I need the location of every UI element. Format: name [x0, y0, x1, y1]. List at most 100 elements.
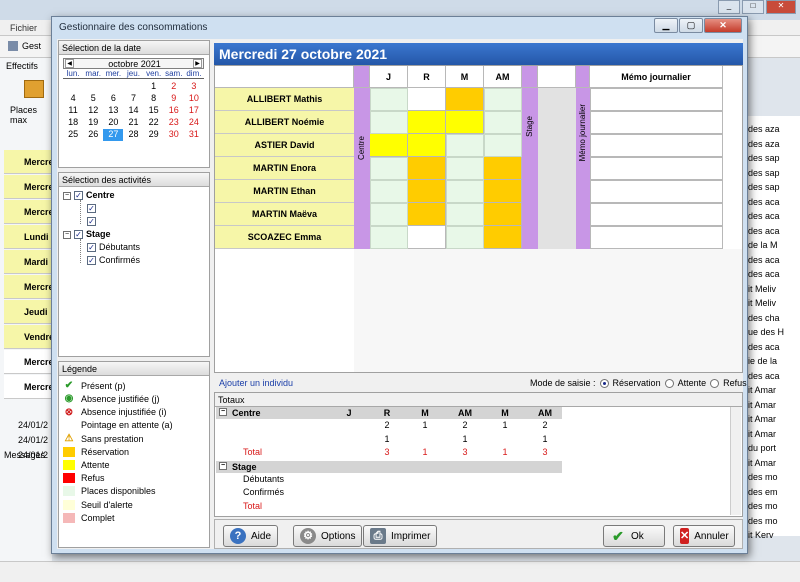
add-individual-link[interactable]: Ajouter un individu	[219, 378, 293, 388]
person-name[interactable]: SCOAZEC Emma	[215, 226, 354, 249]
bg-date-row[interactable]: Mercred	[4, 200, 52, 224]
calendar-day[interactable]: 9	[164, 93, 184, 105]
right-list-item[interactable]: des aca	[748, 255, 780, 265]
right-list-item[interactable]: it Amar	[748, 414, 776, 424]
message-item[interactable]: 24/01/2	[18, 450, 52, 460]
person-name[interactable]: MARTIN Maëva	[215, 203, 354, 226]
checkbox[interactable]: ✓	[87, 204, 96, 214]
slot-dispo[interactable]	[370, 157, 408, 180]
checkbox[interactable]: ✓	[74, 191, 83, 201]
app-maximize-button[interactable]: □	[742, 0, 764, 14]
app-close-button[interactable]: ✕	[766, 0, 796, 14]
calendar-day[interactable]: 30	[164, 129, 184, 141]
calendar-day[interactable]: 8	[144, 93, 164, 105]
collapse-icon[interactable]: −	[219, 461, 227, 470]
mode-option-label[interactable]: Attente	[678, 378, 707, 388]
slot-dispo[interactable]	[370, 226, 408, 249]
tree-child[interactable]: ✓	[87, 203, 99, 214]
options-button[interactable]: ⚙ Options	[293, 525, 363, 547]
right-list-item[interactable]: it Amar	[748, 458, 776, 468]
calendar-day[interactable]: 29	[144, 129, 164, 141]
calendar-day[interactable]: 12	[83, 105, 103, 117]
right-list-item[interactable]: des aca	[748, 371, 780, 381]
slot-dispo[interactable]	[484, 134, 522, 157]
calendar-day[interactable]: 27	[103, 129, 124, 141]
checkbox[interactable]: ✓	[87, 256, 96, 266]
calendar-day[interactable]: 17	[184, 105, 204, 117]
slot-dispo[interactable]	[370, 180, 408, 203]
calendar-day[interactable]: 22	[144, 117, 164, 129]
calendar-day[interactable]: 18	[63, 117, 83, 129]
right-list-item[interactable]: des mo	[748, 472, 778, 482]
bg-date-row[interactable]: Mercred	[4, 175, 52, 199]
right-list-item[interactable]: des mo	[748, 501, 778, 511]
calendar-day[interactable]: 13	[103, 105, 123, 117]
calendar-day[interactable]: 25	[63, 129, 83, 141]
slot-reservation[interactable]	[484, 226, 522, 249]
right-list-item[interactable]: it Meliv	[748, 298, 776, 308]
right-list-item[interactable]: des aca	[748, 342, 780, 352]
calendar-day[interactable]: 5	[83, 93, 103, 105]
app-minimize-button[interactable]: _	[718, 0, 740, 14]
bg-date-row[interactable]: Mercred	[4, 375, 52, 399]
dialog-minimize-button[interactable]: ▁	[654, 18, 678, 33]
calendar-day[interactable]: 11	[63, 105, 83, 117]
slot-dispo[interactable]	[446, 157, 484, 180]
slot-empty[interactable]	[408, 88, 446, 111]
message-item[interactable]: 24/01/2	[18, 420, 52, 430]
person-name[interactable]: MARTIN Enora	[215, 157, 354, 180]
right-list-item[interactable]: it Meliv	[748, 284, 776, 294]
calendar-day[interactable]: 21	[123, 117, 143, 129]
mode-option-label[interactable]: Réservation	[613, 378, 661, 388]
right-list-item[interactable]: it Amar	[748, 385, 776, 395]
memo-cell[interactable]	[590, 226, 723, 249]
right-list-item[interactable]: du port	[748, 443, 776, 453]
slot-reservation[interactable]	[408, 203, 446, 226]
checkbox[interactable]: ✓	[74, 230, 83, 240]
calendar-day[interactable]: 15	[144, 105, 164, 117]
tree-child[interactable]: ✓ Débutants	[87, 242, 140, 253]
right-list-item[interactable]: de la M	[748, 240, 778, 250]
bg-date-row[interactable]: Mercred	[4, 150, 52, 174]
right-list-item[interactable]: des aca	[748, 211, 780, 221]
collapse-icon[interactable]: −	[219, 408, 227, 416]
checkbox[interactable]: ✓	[87, 217, 96, 227]
right-list-item[interactable]: des aca	[748, 226, 780, 236]
memo-cell[interactable]	[590, 134, 723, 157]
slot-dispo[interactable]	[484, 111, 522, 134]
next-month-icon[interactable]: ▶	[193, 59, 202, 68]
mode-option-label[interactable]: Refus	[723, 378, 747, 388]
calendar-day[interactable]: 28	[123, 129, 143, 141]
gestionnaire-icon[interactable]	[8, 41, 18, 51]
right-list-item[interactable]: ie de la	[748, 356, 777, 366]
right-list-item[interactable]: des sap	[748, 168, 780, 178]
slot-reservation[interactable]	[408, 157, 446, 180]
memo-cell[interactable]	[590, 180, 723, 203]
bg-date-row[interactable]: Mardi	[4, 250, 52, 274]
bg-date-row[interactable]: Mercred	[4, 350, 52, 374]
menu-item-fichier[interactable]: Fichier	[10, 23, 37, 33]
slot-dispo[interactable]	[446, 203, 484, 226]
bg-date-row[interactable]: Lundi	[4, 225, 52, 249]
slot-dispo[interactable]	[446, 226, 484, 249]
memo-cell[interactable]	[590, 88, 723, 111]
slot-reservation[interactable]	[484, 157, 522, 180]
totals-scrollbar[interactable]	[730, 407, 741, 515]
memo-cell[interactable]	[590, 111, 723, 134]
slot-attente[interactable]	[408, 111, 446, 134]
slot-reservation[interactable]	[484, 180, 522, 203]
print-button[interactable]: ⎙ Imprimer	[363, 525, 438, 547]
tree-group-0[interactable]: − ✓ Centre	[63, 190, 115, 201]
collapse-icon[interactable]: −	[63, 230, 71, 239]
calendar-day[interactable]: 31	[184, 129, 204, 141]
calendar-day[interactable]: 7	[123, 93, 143, 105]
planning-grid[interactable]: J R M AM Mémo journalier Centre Stage Mémo jour…	[214, 65, 743, 373]
right-list-item[interactable]: ue des H	[748, 327, 784, 337]
right-list-item[interactable]: it Amar	[748, 429, 776, 439]
slot-dispo[interactable]	[370, 88, 408, 111]
places-max-icon[interactable]	[24, 80, 44, 98]
calendar-day[interactable]: 20	[103, 117, 123, 129]
dialog-close-button[interactable]: ✕	[704, 18, 742, 33]
right-list-item[interactable]: des sap	[748, 182, 780, 192]
slot-reservation[interactable]	[446, 88, 484, 111]
